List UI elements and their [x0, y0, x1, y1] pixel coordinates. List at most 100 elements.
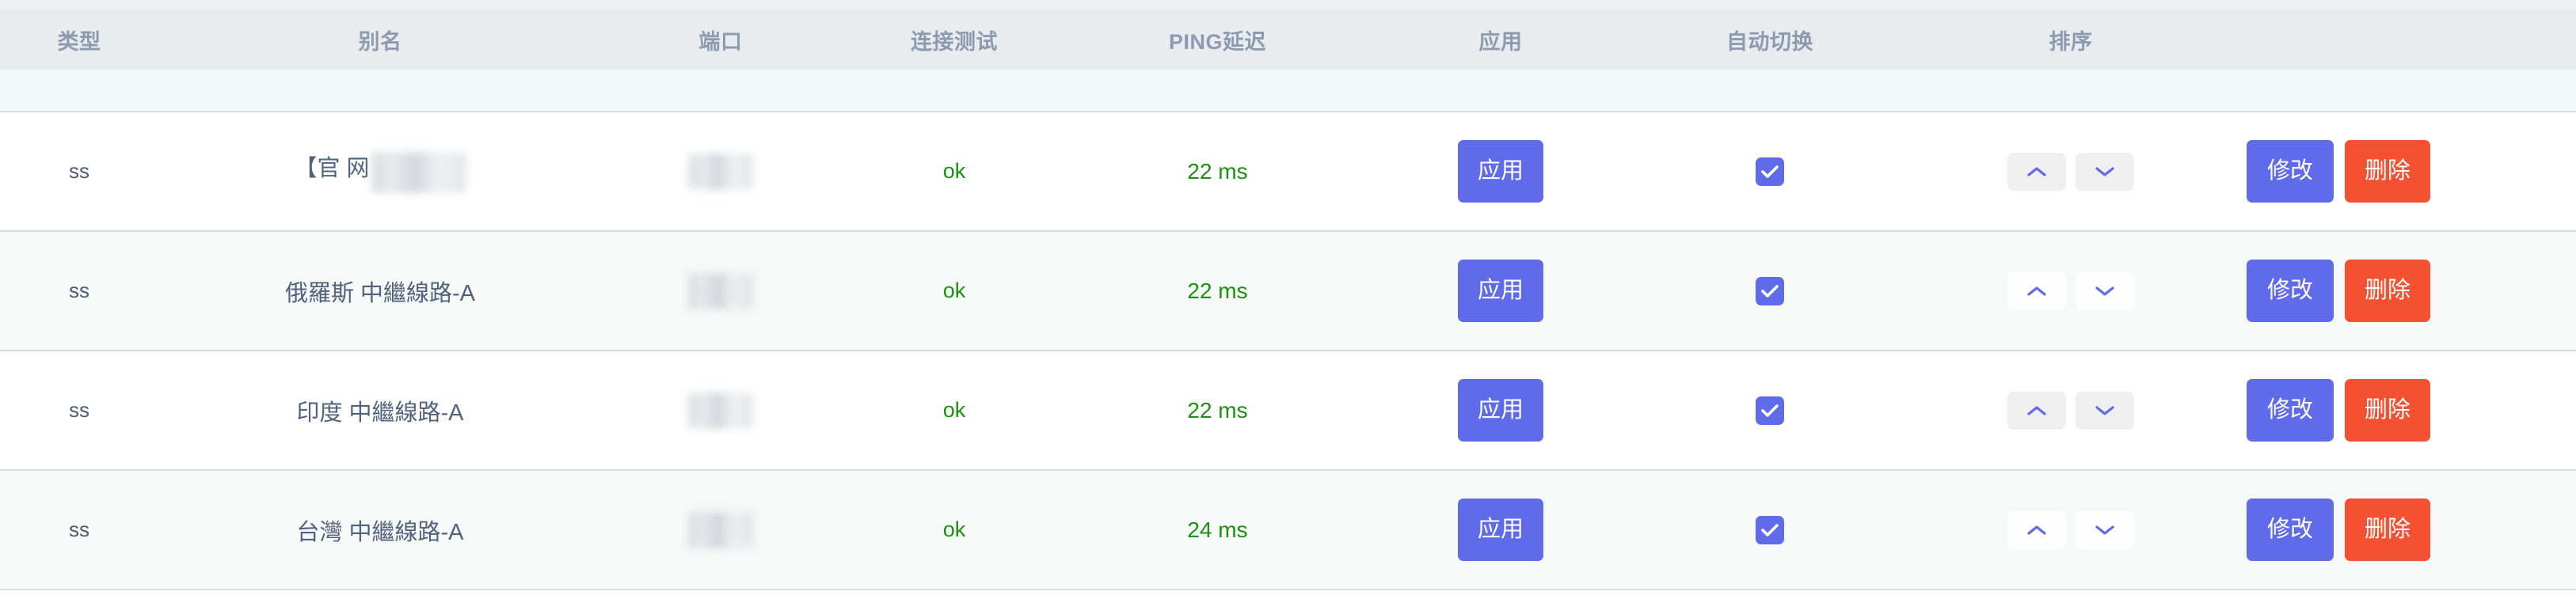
connection-test-status: ok: [942, 517, 966, 541]
alias-label: 台灣 中繼線路-A: [296, 519, 464, 545]
cell-connection-test: ok: [839, 231, 1069, 351]
top-strip: [0, 0, 2576, 9]
col-header-test[interactable]: 连接测试: [839, 9, 1069, 70]
actions-group: 修改 删除: [2237, 140, 2576, 203]
chevron-up-icon: [2027, 166, 2046, 176]
connection-test-status: ok: [942, 398, 966, 422]
sort-down-button[interactable]: [2076, 271, 2134, 310]
cell-actions: 修改 删除: [2237, 112, 2576, 232]
alias-label: 俄羅斯 中繼線路-A: [284, 280, 476, 306]
col-header-apply[interactable]: 应用: [1366, 9, 1635, 70]
cell-port: [602, 231, 839, 351]
cell-apply: 应用: [1366, 470, 1635, 590]
table-header: 类型 别名 端口 连接测试 PING延迟 应用 自动切换 排序: [0, 9, 2576, 70]
table-band-row: [0, 70, 2576, 112]
delete-button[interactable]: 删除: [2345, 140, 2430, 203]
type-label: ss: [69, 279, 89, 302]
sort-up-button[interactable]: [2007, 391, 2066, 430]
check-icon: [1761, 523, 1779, 536]
cell-alias: 俄羅斯 中繼線路-A: [158, 231, 602, 351]
cell-actions: 修改 删除: [2237, 231, 2576, 351]
table-row[interactable]: ss 台灣 中繼線路-A ok 24 ms 应用 修改 删除: [0, 470, 2576, 590]
auto-switch-checkbox[interactable]: [1756, 157, 1784, 186]
sort-up-button[interactable]: [2007, 152, 2066, 191]
sort-down-button[interactable]: [2076, 152, 2134, 191]
col-header-sort[interactable]: 排序: [1904, 9, 2237, 70]
check-icon: [1761, 165, 1779, 178]
delete-button[interactable]: 删除: [2345, 260, 2430, 322]
ping-latency-value: 22 ms: [1187, 397, 1248, 423]
port-redacted-block: [688, 511, 753, 548]
proxy-list-screen: 类型 别名 端口 连接测试 PING延迟 应用 自动切换 排序 ss 【官 网 …: [0, 0, 2576, 599]
port-redacted-block: [688, 392, 753, 429]
sort-up-button[interactable]: [2007, 510, 2066, 549]
alias-redacted-block: [371, 151, 466, 193]
auto-switch-checkbox[interactable]: [1756, 515, 1784, 544]
cell-port: [602, 351, 839, 471]
apply-button[interactable]: 应用: [1458, 260, 1543, 322]
table-row[interactable]: ss 印度 中繼線路-A ok 22 ms 应用 修改 删除: [0, 351, 2576, 471]
edit-button[interactable]: 修改: [2247, 140, 2334, 203]
delete-button[interactable]: 删除: [2345, 499, 2430, 561]
alias-label: 【官 网: [294, 156, 370, 182]
cell-actions: 修改 删除: [2237, 351, 2576, 471]
apply-button[interactable]: 应用: [1458, 140, 1543, 203]
col-header-auto[interactable]: 自动切换: [1635, 9, 1904, 70]
auto-switch-checkbox[interactable]: [1756, 276, 1784, 305]
type-label: ss: [69, 159, 89, 183]
delete-button[interactable]: 删除: [2345, 379, 2430, 442]
cell-type: ss: [0, 351, 158, 471]
col-header-ping[interactable]: PING延迟: [1069, 9, 1366, 70]
sort-down-button[interactable]: [2076, 510, 2134, 549]
check-icon: [1761, 404, 1779, 417]
cell-port: [602, 470, 839, 590]
cell-type: ss: [0, 470, 158, 590]
ping-latency-value: 24 ms: [1187, 517, 1248, 542]
col-header-port[interactable]: 端口: [602, 9, 839, 70]
chevron-up-icon: [2027, 286, 2046, 296]
cell-connection-test: ok: [839, 470, 1069, 590]
cell-apply: 应用: [1366, 231, 1635, 351]
apply-button[interactable]: 应用: [1458, 499, 1543, 561]
cell-sort: [1904, 470, 2237, 590]
edit-button[interactable]: 修改: [2247, 379, 2334, 442]
cell-alias: 印度 中繼線路-A: [158, 351, 602, 471]
check-icon: [1761, 284, 1779, 298]
edit-button[interactable]: 修改: [2247, 499, 2334, 561]
actions-group: 修改 删除: [2237, 260, 2576, 322]
cell-sort: [1904, 112, 2237, 232]
cell-connection-test: ok: [839, 112, 1069, 232]
cell-auto-switch: [1635, 112, 1904, 232]
alias-label: 印度 中繼線路-A: [296, 400, 464, 426]
header-row: 类型 别名 端口 连接测试 PING延迟 应用 自动切换 排序: [0, 9, 2576, 70]
cell-alias: 台灣 中繼線路-A: [158, 470, 602, 590]
cell-actions: 修改 删除: [2237, 470, 2576, 590]
apply-button[interactable]: 应用: [1458, 379, 1543, 442]
cell-auto-switch: [1635, 231, 1904, 351]
table-row[interactable]: ss 俄羅斯 中繼線路-A ok 22 ms 应用 修改 删除: [0, 231, 2576, 351]
sort-button-group: [1904, 152, 2237, 191]
col-header-type[interactable]: 类型: [0, 9, 158, 70]
sort-button-group: [1904, 271, 2237, 310]
col-header-actions: [2237, 9, 2576, 70]
cell-alias: 【官 网: [158, 112, 602, 232]
sort-button-group: [1904, 391, 2237, 430]
actions-group: 修改 删除: [2237, 379, 2576, 442]
col-header-alias[interactable]: 别名: [158, 9, 602, 70]
proxy-table: 类型 别名 端口 连接测试 PING延迟 应用 自动切换 排序 ss 【官 网 …: [0, 9, 2576, 590]
edit-button[interactable]: 修改: [2247, 260, 2334, 322]
auto-switch-checkbox[interactable]: [1756, 396, 1784, 425]
table-row[interactable]: ss 【官 网 ok 22 ms 应用 修改 删除: [0, 112, 2576, 232]
sort-up-button[interactable]: [2007, 271, 2066, 310]
type-label: ss: [69, 398, 89, 422]
cell-type: ss: [0, 231, 158, 351]
cell-apply: 应用: [1366, 112, 1635, 232]
ping-latency-value: 22 ms: [1187, 158, 1248, 184]
sort-down-button[interactable]: [2076, 391, 2134, 430]
chevron-down-icon: [2095, 525, 2114, 535]
chevron-down-icon: [2095, 405, 2114, 415]
connection-test-status: ok: [942, 159, 966, 183]
cell-apply: 应用: [1366, 351, 1635, 471]
band-cell: [0, 70, 2576, 112]
cell-ping: 22 ms: [1069, 231, 1366, 351]
